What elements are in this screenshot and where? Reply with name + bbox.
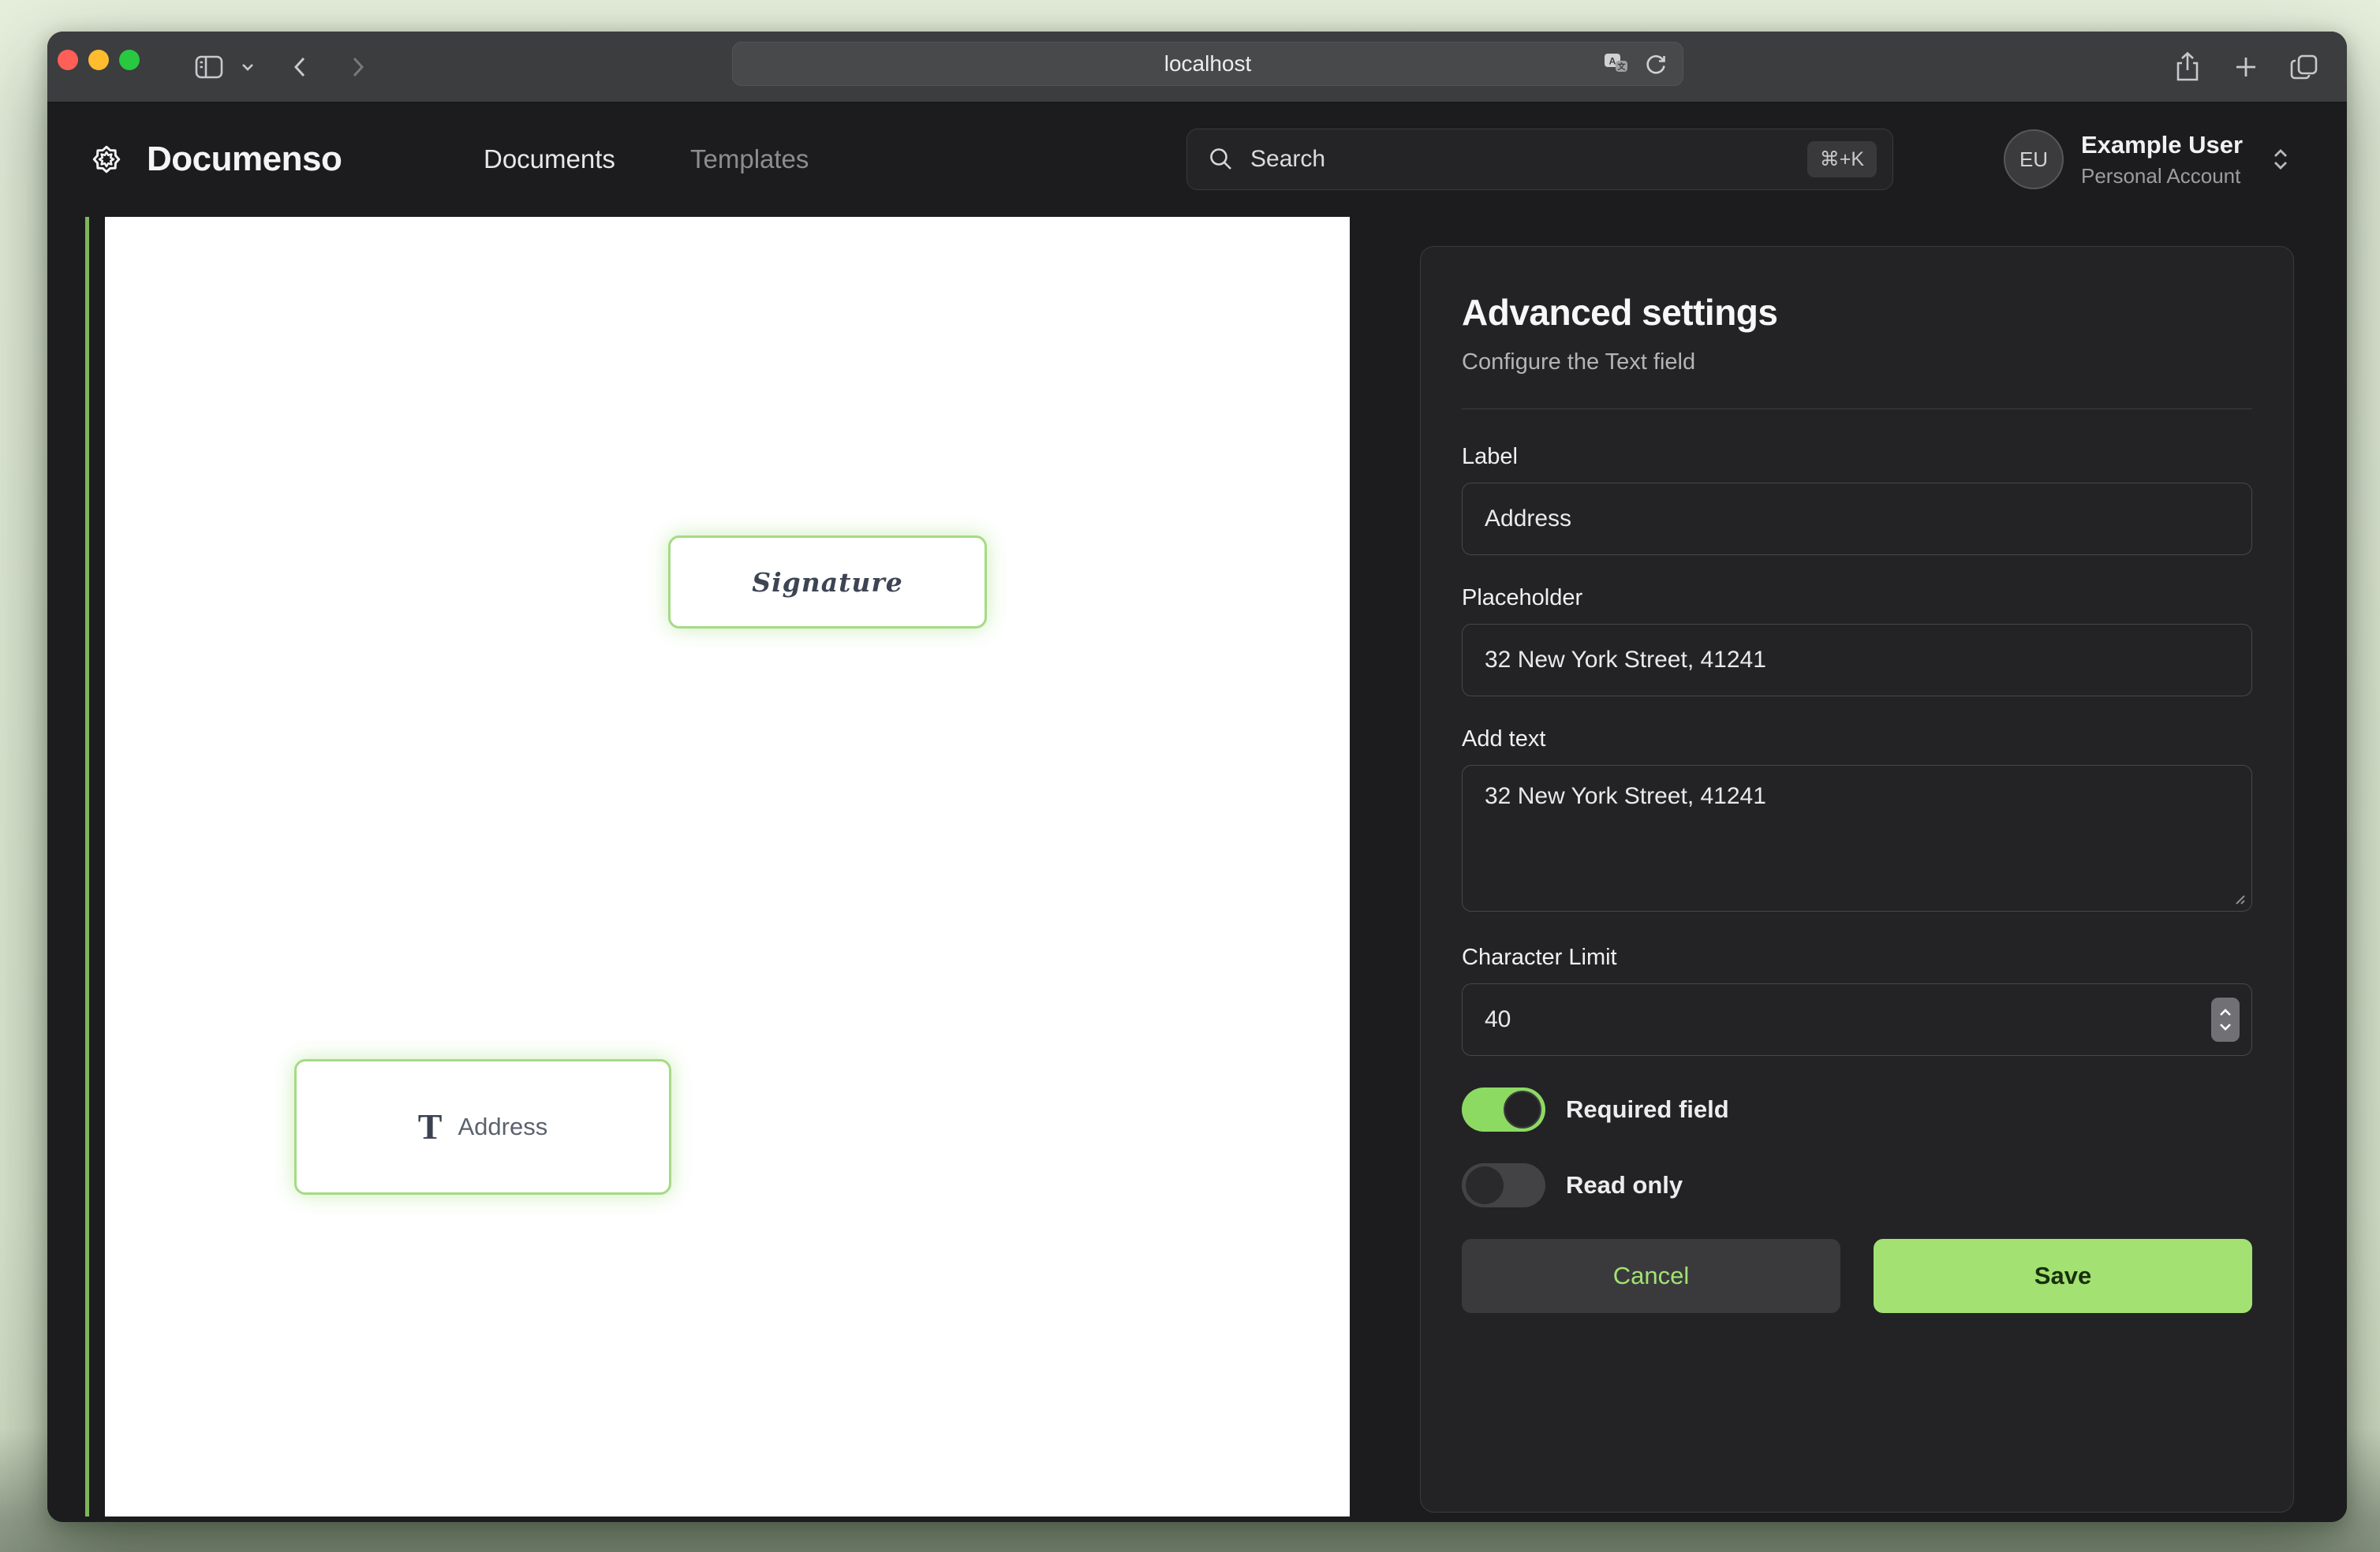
- browser-window: localhost A 文: [47, 32, 2347, 1522]
- text-field-type-icon: T: [418, 1109, 443, 1145]
- character-limit-field-label: Character Limit: [1462, 945, 2252, 971]
- user-name: Example User: [2081, 131, 2243, 159]
- close-window-button[interactable]: [58, 50, 78, 70]
- zoom-window-button[interactable]: [119, 50, 140, 70]
- add-text-textarea[interactable]: 32 New York Street, 41241: [1462, 765, 2252, 912]
- avatar: EU: [2004, 129, 2064, 189]
- toggle-knob: [1466, 1166, 1504, 1204]
- read-only-toggle[interactable]: [1462, 1163, 1545, 1207]
- search-shortcut-badge: ⌘+K: [1807, 141, 1877, 177]
- user-menu[interactable]: EU Example User Personal Account: [2004, 103, 2292, 215]
- text-field-label: Address: [458, 1113, 547, 1141]
- toggle-knob: [1504, 1091, 1541, 1129]
- advanced-settings-panel: Advanced settings Configure the Text fie…: [1420, 246, 2294, 1513]
- resize-grip-icon[interactable]: [2232, 891, 2246, 905]
- required-field-toggle[interactable]: [1462, 1088, 1545, 1132]
- app-navbar: Documenso Documents Templates Search ⌘+K…: [47, 103, 2347, 215]
- document-edge-indicator: [85, 217, 89, 1517]
- save-button[interactable]: Save: [1874, 1239, 2252, 1313]
- placeholder-input[interactable]: [1462, 624, 2252, 696]
- sidebar-chevron-down-icon[interactable]: [239, 32, 256, 103]
- brand[interactable]: Documenso: [85, 103, 342, 215]
- avatar-initials: EU: [2019, 147, 2048, 172]
- svg-text:文: 文: [1618, 62, 1627, 72]
- read-only-toggle-label: Read only: [1566, 1171, 1683, 1199]
- chevron-up-down-icon: [2270, 146, 2292, 173]
- nav-link-templates[interactable]: Templates: [690, 103, 809, 215]
- content-area: Signature T Address Advanced settings Co…: [47, 215, 2347, 1522]
- address-bar[interactable]: localhost A 文: [732, 42, 1683, 86]
- label-field-label: Label: [1462, 444, 2252, 470]
- add-text-field-label: Add text: [1462, 726, 2252, 752]
- minimize-window-button[interactable]: [88, 50, 109, 70]
- svg-text:A: A: [1609, 56, 1616, 67]
- number-stepper[interactable]: [2211, 998, 2240, 1042]
- window-controls: [58, 50, 140, 70]
- search-input[interactable]: Search ⌘+K: [1186, 129, 1893, 190]
- nav-link-documents[interactable]: Documents: [484, 103, 615, 215]
- signature-field-box[interactable]: Signature: [668, 535, 987, 629]
- text-field-box[interactable]: T Address: [294, 1059, 671, 1195]
- back-button[interactable]: [287, 32, 314, 103]
- search-icon: [1208, 146, 1235, 173]
- user-account-type: Personal Account: [2081, 164, 2243, 188]
- search-placeholder: Search: [1250, 146, 1807, 173]
- brand-name: Documenso: [147, 140, 342, 179]
- panel-subtitle: Configure the Text field: [1462, 349, 2252, 375]
- signature-field-label: Signature: [752, 567, 902, 598]
- required-field-toggle-label: Required field: [1566, 1095, 1729, 1124]
- panel-title: Advanced settings: [1462, 291, 2252, 334]
- share-icon[interactable]: [2172, 32, 2203, 103]
- new-tab-icon[interactable]: [2231, 32, 2261, 103]
- label-input[interactable]: [1462, 483, 2252, 555]
- url-text: localhost: [1164, 51, 1252, 76]
- character-limit-input[interactable]: [1462, 983, 2252, 1056]
- documenso-logo-icon: [85, 138, 128, 181]
- document-page: [105, 217, 1350, 1517]
- forward-button[interactable]: [344, 32, 371, 103]
- browser-toolbar: localhost A 文: [47, 32, 2347, 103]
- translate-icon[interactable]: A 文: [1602, 51, 1631, 76]
- tab-overview-icon[interactable]: [2288, 32, 2322, 103]
- reload-icon[interactable]: [1643, 51, 1668, 76]
- placeholder-field-label: Placeholder: [1462, 585, 2252, 611]
- sidebar-icon[interactable]: [192, 32, 226, 103]
- cancel-button[interactable]: Cancel: [1462, 1239, 1840, 1313]
